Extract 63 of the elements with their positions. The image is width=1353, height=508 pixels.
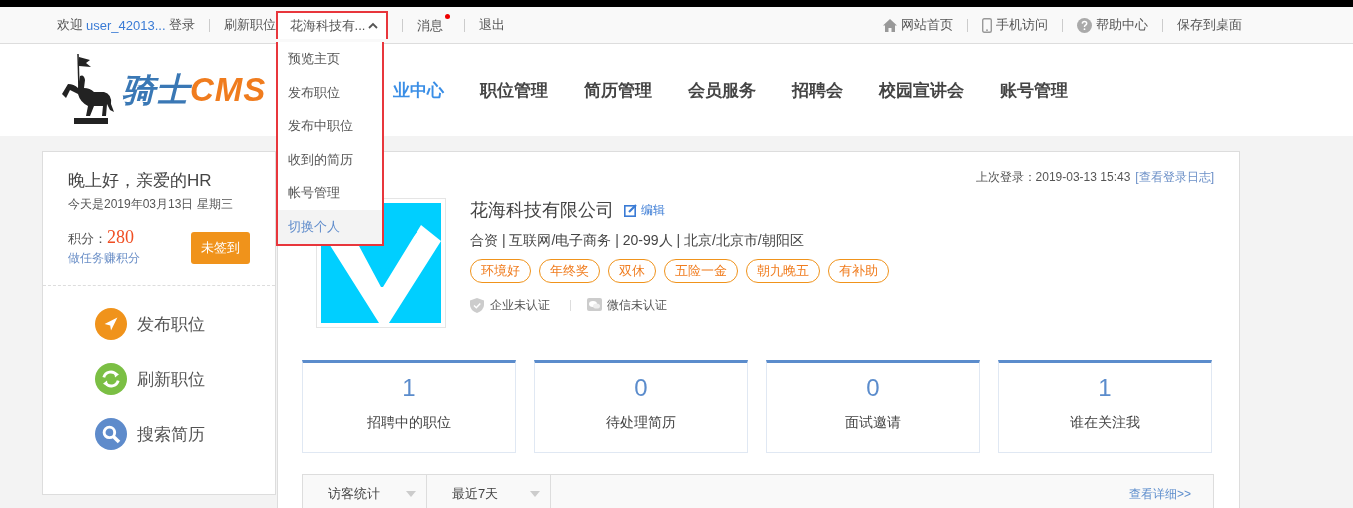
top-link[interactable]: 手机访问 [982, 16, 1048, 34]
nav-item[interactable]: 简历管理 [584, 78, 652, 102]
stat-card[interactable]: 0 面试邀请 [766, 360, 980, 453]
welcome-text: 欢迎 [57, 16, 83, 34]
menu-item[interactable]: 收到的简历 [277, 142, 382, 177]
nav-item[interactable]: 账号管理 [1000, 78, 1068, 102]
menu-item[interactable]: 帐号管理 [277, 176, 382, 210]
period-select[interactable]: 最近7天 [427, 475, 551, 508]
stat-label: 招聘中的职位 [367, 414, 451, 432]
stat-value: 0 [866, 374, 880, 402]
quick-action[interactable]: 刷新职位 [95, 363, 275, 395]
stat-value: 1 [1098, 374, 1112, 402]
last-login-text: 上次登录：2019-03-13 15:43 [975, 169, 1131, 186]
top-link[interactable]: 帮助中心 [1077, 16, 1148, 34]
edit-icon [624, 203, 638, 217]
stat-label: 面试邀请 [845, 414, 901, 432]
logout-link[interactable]: 退出 [479, 16, 506, 34]
points-label: 积分： [68, 231, 107, 246]
date-text: 今天是2019年03月13日 星期三 [68, 196, 234, 213]
site-logo[interactable]: 骑士CMS [122, 67, 267, 113]
stat-card[interactable]: 1 谁在关注我 [998, 360, 1212, 453]
top-link[interactable]: 保存到桌面 [1177, 16, 1242, 34]
phone-icon [982, 17, 992, 33]
quick-action[interactable]: 发布职位 [95, 308, 275, 340]
menu-item[interactable]: 预览主页 [277, 42, 382, 76]
menu-item[interactable]: 发布职位 [277, 75, 382, 110]
stat-label: 谁在关注我 [1070, 414, 1140, 432]
company-name: 花海科技有限公司 [470, 199, 614, 222]
menu-item[interactable]: 发布中职位 [277, 109, 382, 143]
stat-label: 待处理简历 [606, 414, 676, 432]
nav-item[interactable]: 职位管理 [480, 78, 548, 102]
messages-link[interactable]: 消息 [417, 13, 451, 37]
nav-item[interactable]: 会员服务 [688, 78, 756, 102]
username-link[interactable]: user_42013... [86, 17, 166, 33]
home-icon [883, 18, 897, 32]
earn-points-link[interactable]: 做任务赚积分 [68, 250, 140, 267]
stat-value: 0 [634, 374, 648, 402]
dropdown-arrow-icon [530, 491, 540, 497]
caret-icon [368, 22, 379, 30]
top-link[interactable]: 网站首页 [883, 16, 953, 34]
company-menu-trigger[interactable]: 花海科技有... [275, 11, 389, 39]
knight-logo-icon [60, 54, 116, 126]
stat-card[interactable]: 0 待处理简历 [534, 360, 748, 453]
greeting-text: 晚上好，亲爱的HR [68, 170, 213, 192]
details-link[interactable]: 查看详细>> [1129, 485, 1213, 503]
login-log-link[interactable]: [查看登录日志] [1135, 169, 1214, 186]
shield-icon [470, 298, 485, 313]
edit-link[interactable]: 编辑 [624, 201, 665, 219]
verification-status: 企业未认证 [470, 297, 550, 314]
stat-value: 1 [402, 374, 416, 402]
points-value: 280 [107, 227, 134, 247]
company-info-text: 合资 | 互联网/电子商务 | 20-99人 | 北京/北京市/朝阳区 [470, 232, 805, 250]
period-select[interactable]: 访客统计 [303, 475, 427, 508]
quick-action[interactable]: 搜索简历 [95, 418, 275, 450]
login-link[interactable]: 登录 [168, 16, 195, 34]
refresh-link[interactable]: 刷新职位 [223, 16, 276, 34]
verification-status: 微信未认证 [587, 297, 667, 314]
help-icon [1077, 17, 1092, 33]
nav-item[interactable]: 校园宣讲会 [879, 78, 964, 102]
dropdown-arrow-icon [406, 491, 416, 497]
nav-item[interactable]: 招聘会 [792, 78, 843, 102]
stat-card[interactable]: 1 招聘中的职位 [302, 360, 516, 453]
wechat-icon [587, 298, 602, 313]
